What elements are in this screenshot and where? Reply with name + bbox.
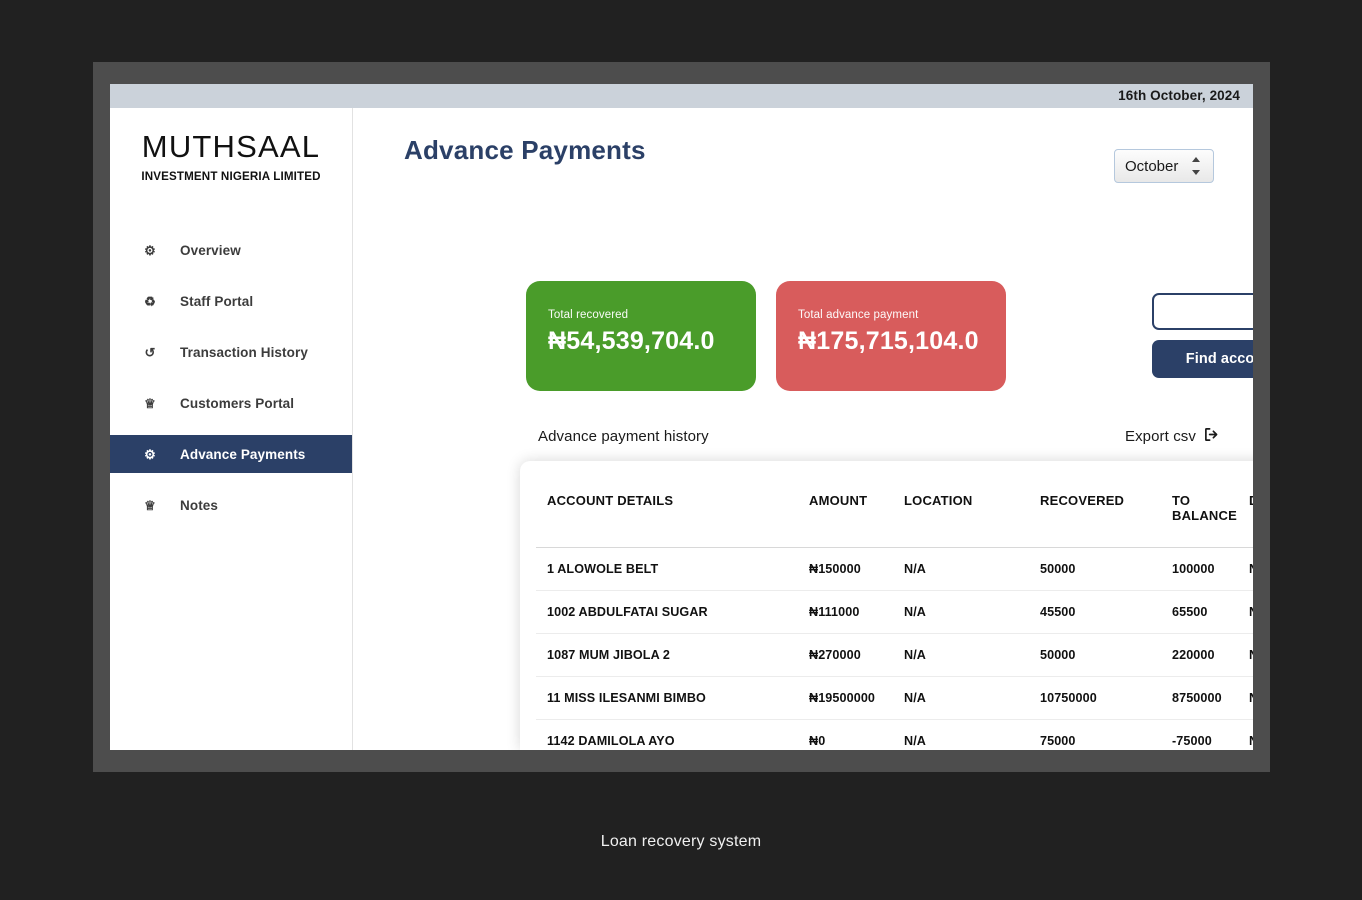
cell-date: N/A <box>1238 590 1253 634</box>
app-window: 16th October, 2024 MUTHSAAL INVESTMENT N… <box>110 84 1253 750</box>
column-header-location: LOCATION <box>893 479 1029 548</box>
export-csv-label: Export csv <box>1124 428 1196 445</box>
cell-date: N/A <box>1238 719 1253 750</box>
trophy-icon: ♕ <box>144 395 156 411</box>
column-header-amount: AMOUNT <box>798 479 893 548</box>
cell-to-balance: 100000 <box>1161 547 1238 591</box>
table-row[interactable]: 1087 MUM JIBOLA 2₦270000N/A50000220000N/… <box>536 633 1253 677</box>
card-label: Total recovered <box>548 309 629 321</box>
page-title: Advance Payments <box>404 135 646 165</box>
table-row[interactable]: 1142 DAMILOLA AYO₦0N/A75000-75000N/A <box>536 719 1253 750</box>
export-icon <box>1204 427 1219 446</box>
cell-amount: ₦111000 <box>798 590 893 634</box>
cell-location: N/A <box>893 590 1029 634</box>
column-header-account-details: ACCOUNT DETAILS <box>536 479 798 548</box>
cell-account-details: 1 ALOWOLE BELT <box>536 547 798 591</box>
table-row[interactable]: 1002 ABDULFATAI SUGAR ₦111000 N/A 45500 6550… <box>536 590 1253 634</box>
table-scroll-area[interactable]: ACCOUNT DETAILS AMOUNT LOCATION RECOVERE… <box>536 479 1253 750</box>
sidebar-item-label: Customers Portal <box>180 395 295 411</box>
trophy-icon: ♕ <box>144 497 156 513</box>
main-content: Advance Payments JanuaryFebruaryMarchApr… <box>354 108 1253 750</box>
cell-amount: ₦19500000 <box>798 676 893 720</box>
recycle-icon: ♻ <box>144 293 156 309</box>
table-card: ACCOUNT DETAILS AMOUNT LOCATION RECOVERE… <box>520 461 1253 750</box>
cell-account-details: 1142 DAMILOLA AYO <box>536 719 798 750</box>
total-advance-payment-card: Total advance payment ₦175,715,104.0 <box>776 281 1006 391</box>
cell-amount: ₦150000 <box>798 547 893 591</box>
account-search-input[interactable] <box>1152 293 1253 330</box>
cell-location: N/A <box>893 719 1029 750</box>
sidebar-nav: ⚙ Overview ♻ Staff Portal ↺ Transaction … <box>110 231 352 524</box>
cell-recovered: 10750000 <box>1029 676 1161 720</box>
table-row[interactable]: 1 ALOWOLE BELT₦150000N/A50000100000N/A <box>536 547 1253 591</box>
column-header-date: DATE <box>1238 479 1253 548</box>
sidebar-item-advance-payments[interactable]: ⚙ Advance Payments <box>110 435 352 474</box>
sidebar: MUTHSAAL INVESTMENT NIGERIA LIMITED ⚙ Ov… <box>110 108 353 750</box>
cell-recovered: 75000 <box>1029 719 1161 750</box>
cell-to-balance: -75000 <box>1161 719 1238 750</box>
cell-account-details: 1087 MUM JIBOLA 2 <box>536 633 798 677</box>
cell-location: N/A <box>893 676 1029 720</box>
table-header-row: ACCOUNT DETAILS AMOUNT LOCATION RECOVERE… <box>536 479 1253 548</box>
month-select[interactable]: JanuaryFebruaryMarchAprilMayJuneJulyAugu… <box>1114 149 1214 183</box>
cell-location: N/A <box>893 633 1029 677</box>
cell-account-details: 1002 ABDULFATAI SUGAR <box>536 590 798 634</box>
cell-account-details: 11 MISS ILESANMI BIMBO <box>536 676 798 720</box>
card-value: ₦175,715,104.0 <box>798 327 979 355</box>
cell-date: N/A <box>1238 676 1253 720</box>
brand-name: MUTHSAAL <box>141 129 321 164</box>
cell-date: N/A <box>1238 547 1253 591</box>
sidebar-item-customers-portal[interactable]: ♕ Customers Portal <box>110 384 352 422</box>
sidebar-item-label: Overview <box>180 242 241 258</box>
table-row[interactable]: 11 MISS ILESANMI BIMBO ₦19500000 N/A 107500… <box>536 676 1253 720</box>
top-bar: 16th October, 2024 <box>110 84 1253 108</box>
table-head: ACCOUNT DETAILS AMOUNT LOCATION RECOVERE… <box>536 479 1253 548</box>
find-account-button[interactable]: Find account <box>1152 340 1253 378</box>
brand-subtitle: INVESTMENT NIGERIA LIMITED <box>141 170 321 184</box>
sidebar-item-label: Transaction History <box>180 344 308 360</box>
cell-date: N/A <box>1238 633 1253 677</box>
sidebar-item-overview[interactable]: ⚙ Overview <box>110 231 352 269</box>
cell-location: N/A <box>893 547 1029 591</box>
column-header-to-balance: TO BALANCE <box>1161 479 1238 548</box>
cell-to-balance: 220000 <box>1161 633 1238 677</box>
cell-amount: ₦270000 <box>798 633 893 677</box>
cell-amount: ₦0 <box>798 719 893 750</box>
sidebar-item-label: Advance Payments <box>180 446 306 462</box>
cell-to-balance: 65500 <box>1161 590 1238 634</box>
page-caption: Loan recovery system <box>600 833 762 850</box>
sidebar-item-staff-portal[interactable]: ♻ Staff Portal <box>110 282 352 320</box>
card-value: ₦54,539,704.0 <box>548 327 715 355</box>
sidebar-item-transaction-history[interactable]: ↺ Transaction History <box>110 333 352 371</box>
column-header-recovered: RECOVERED <box>1029 479 1161 548</box>
card-label: Total advance payment <box>798 309 919 321</box>
advance-payment-history-table: ACCOUNT DETAILS AMOUNT LOCATION RECOVERE… <box>536 479 1253 750</box>
sidebar-item-notes[interactable]: ♕ Notes <box>110 486 352 524</box>
cell-recovered: 50000 <box>1029 547 1161 591</box>
export-csv-button[interactable]: Export csv <box>1125 427 1219 446</box>
total-recovered-card: Total recovered ₦54,539,704.0 <box>526 281 756 391</box>
brand-block: MUTHSAAL INVESTMENT NIGERIA LIMITED <box>110 108 352 183</box>
table-body: 1 ALOWOLE BELT₦150000N/A50000100000N/A10… <box>536 547 1253 750</box>
sidebar-item-label: Staff Portal <box>180 293 254 309</box>
history-icon: ↺ <box>144 344 156 360</box>
cell-recovered: 50000 <box>1029 633 1161 677</box>
browser-frame: 16th October, 2024 MUTHSAAL INVESTMENT N… <box>93 62 1270 772</box>
dashboard-icon: ⚙ <box>144 242 156 258</box>
sidebar-item-label: Notes <box>180 497 219 513</box>
current-date-label: 16th October, 2024 <box>1118 88 1240 103</box>
cell-recovered: 45500 <box>1029 590 1161 634</box>
dashboard-icon: ⚙ <box>144 446 156 462</box>
cell-to-balance: 8750000 <box>1161 676 1238 720</box>
table-section-title: Advance payment history <box>538 428 709 445</box>
